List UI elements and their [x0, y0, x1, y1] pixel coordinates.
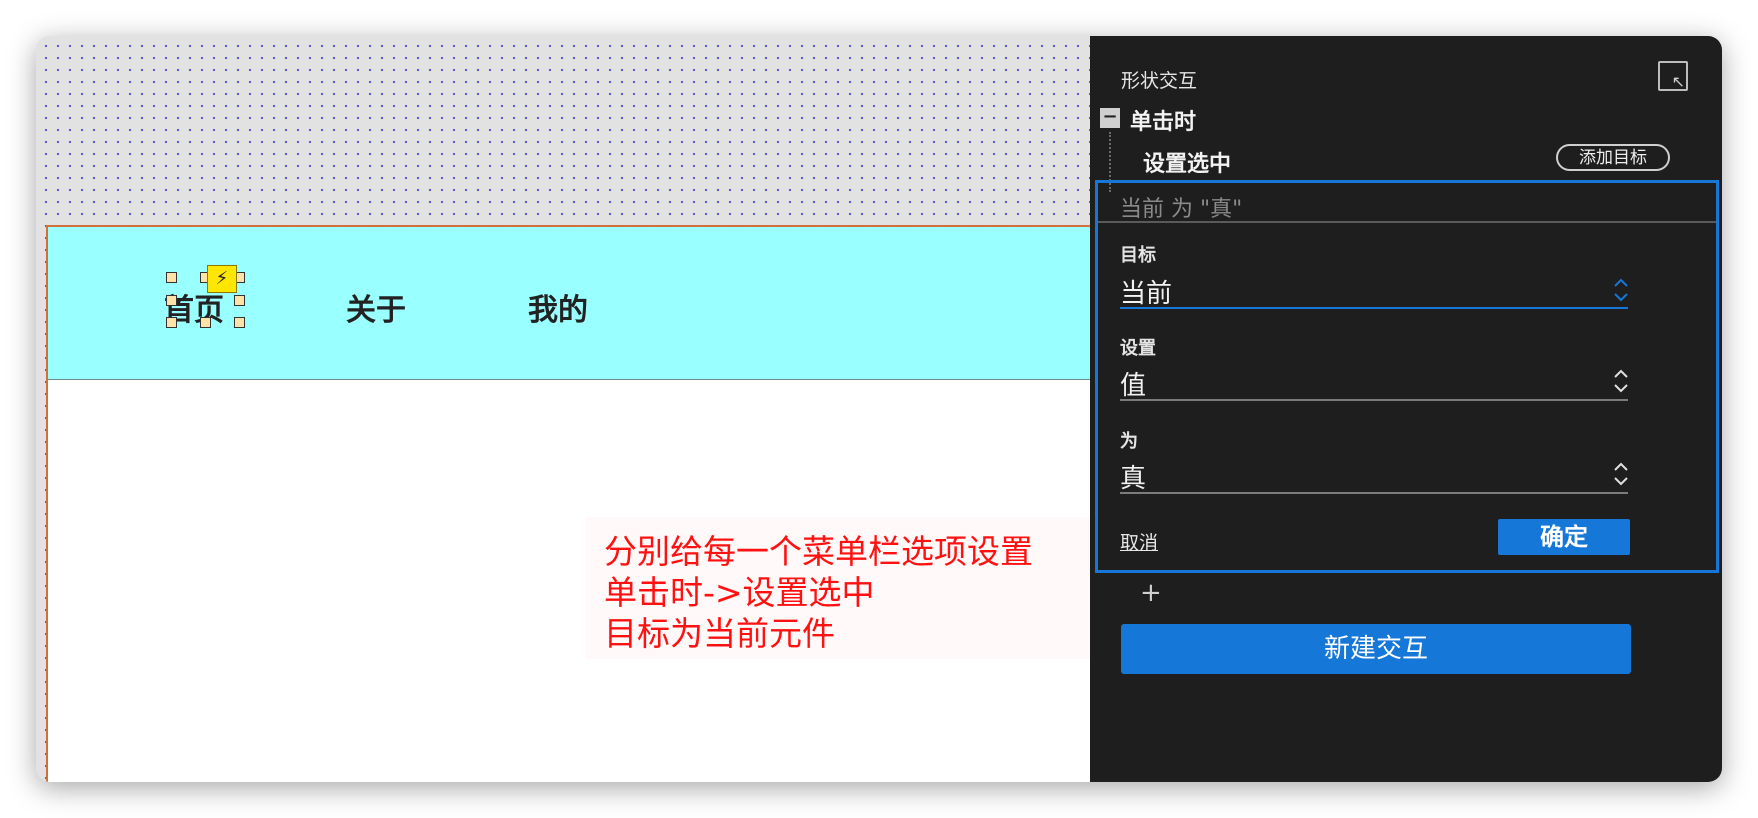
set-label: 设置 [1120, 338, 1156, 359]
nav-item-mine[interactable]: 我的 [528, 285, 588, 329]
new-interaction-button[interactable]: 新建交互 [1121, 624, 1631, 674]
action-label[interactable]: 设置选中 [1143, 146, 1231, 178]
interaction-lightning-icon[interactable]: ⚡ [207, 265, 237, 293]
target-underline [1120, 307, 1628, 309]
page-artboard[interactable]: 首页 关于 我的 ⚡ 分别给每一个菜单栏选项设置 单击时->设置选中 目标为当前… [46, 225, 1096, 782]
to-underline [1120, 492, 1628, 494]
add-target-button[interactable]: 添加目标 [1556, 144, 1670, 171]
cancel-link[interactable]: 取消 [1120, 528, 1158, 555]
action-summary: 当前 为 "真" [1120, 197, 1243, 222]
annotation-line: 分别给每一个菜单栏选项设置 [604, 532, 1033, 571]
resize-handle-l[interactable] [166, 295, 177, 306]
panel-title: 形状交互 [1121, 70, 1198, 92]
design-canvas[interactable]: 首页 关于 我的 ⚡ 分别给每一个菜单栏选项设置 单击时->设置选中 目标为当前… [36, 36, 1096, 782]
target-label: 目标 [1120, 245, 1156, 266]
interaction-panel: 形状交互 − 单击时 设置选中 添加目标 当前 为 "真" 目标 当前 设置 值… [1090, 36, 1722, 782]
selection-handles[interactable]: ⚡ [166, 265, 245, 328]
chevron-updown-icon[interactable] [1612, 275, 1630, 305]
action-editor: 当前 为 "真" 目标 当前 设置 值 为 真 取消 确定 [1095, 180, 1719, 573]
nav-item-about[interactable]: 关于 [346, 285, 406, 329]
menu-bar-shape[interactable]: 首页 关于 我的 ⚡ [48, 227, 1092, 380]
resize-handle-tl[interactable] [166, 272, 177, 283]
annotation-line: 单击时->设置选中 [604, 573, 875, 612]
app-window: 首页 关于 我的 ⚡ 分别给每一个菜单栏选项设置 单击时->设置选中 目标为当前… [36, 36, 1722, 782]
minus-icon[interactable]: − [1100, 108, 1120, 128]
collapse-panel-icon[interactable] [1658, 61, 1688, 91]
target-select[interactable]: 当前 [1120, 273, 1172, 310]
set-select[interactable]: 值 [1120, 365, 1146, 402]
chevron-updown-icon[interactable] [1612, 459, 1630, 489]
to-label: 为 [1120, 431, 1138, 452]
chevron-updown-icon[interactable] [1612, 366, 1630, 396]
to-select[interactable]: 真 [1120, 458, 1146, 495]
set-underline [1120, 399, 1628, 401]
event-label[interactable]: 单击时 [1130, 104, 1196, 136]
annotation-note: 分别给每一个菜单栏选项设置 单击时->设置选中 目标为当前元件 [586, 517, 1096, 659]
add-action-icon[interactable]: + [1140, 578, 1162, 608]
annotation-line: 目标为当前元件 [604, 614, 835, 653]
resize-handle-b[interactable] [200, 317, 211, 328]
resize-handle-br[interactable] [234, 317, 245, 328]
confirm-button[interactable]: 确定 [1498, 519, 1630, 555]
resize-handle-r[interactable] [234, 295, 245, 306]
resize-handle-bl[interactable] [166, 317, 177, 328]
divider [1098, 221, 1716, 223]
